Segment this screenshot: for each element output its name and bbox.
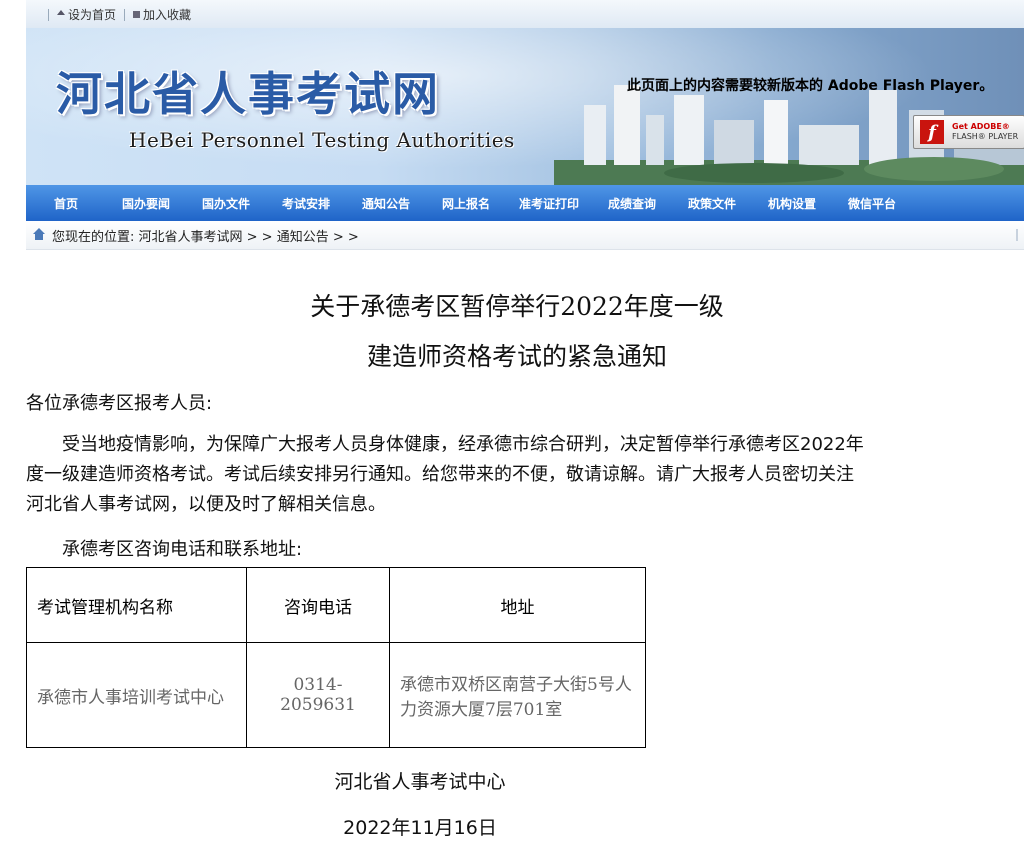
table-cell-address: 承德市双桥区南营子大街5号人力资源大厦7层701室 bbox=[389, 642, 646, 748]
table-header-org: 考试管理机构名称 bbox=[26, 567, 247, 643]
body-line-3: 河北省人事考试网，以便及时了解相关信息。 bbox=[26, 494, 386, 515]
utility-links: 设为首页 加入收藏 bbox=[40, 6, 191, 23]
divider bbox=[124, 8, 126, 21]
table-header-row: 考试管理机构名称 咨询电话 地址 bbox=[26, 567, 646, 643]
add-favorite-link[interactable]: 加入收藏 bbox=[133, 6, 191, 23]
nav-item-score-query[interactable]: 成绩查询 bbox=[592, 195, 672, 212]
add-favorite-label: 加入收藏 bbox=[143, 8, 192, 22]
site-logo-chinese: 河北省人事考试网 bbox=[56, 67, 440, 121]
site-logo-english: HeBei Personnel Testing Authorities bbox=[129, 128, 515, 152]
nav-item-office-documents[interactable]: 国办文件 bbox=[186, 195, 266, 212]
flash-required-message: 此页面上的内容需要较新版本的 Adobe Flash Player。 bbox=[627, 78, 994, 94]
issuer-name: 河北省人事考试中心 bbox=[334, 771, 506, 793]
nav-item-organization[interactable]: 机构设置 bbox=[752, 195, 832, 212]
salutation: 各位承德考区报考人员: bbox=[26, 393, 213, 414]
home-icon bbox=[32, 228, 46, 242]
article-title-line-1: 关于承德考区暂停举行2022年度一级 bbox=[310, 292, 724, 321]
divider bbox=[1016, 229, 1024, 241]
breadcrumb-text: 您现在的位置: 河北省人事考试网 > > 通知公告 > > bbox=[52, 229, 359, 245]
flash-logo-icon: f bbox=[920, 120, 944, 144]
table-row: 承德市人事培训考试中心 0314-2059631 承德市双桥区南营子大街5号人力… bbox=[26, 642, 646, 748]
get-flash-player-button[interactable]: f Get ADOBE® FLASH® PLAYER bbox=[913, 115, 1024, 149]
nav-item-online-registration[interactable]: 网上报名 bbox=[426, 195, 506, 212]
favorite-icon bbox=[133, 11, 141, 18]
nav-item-wechat[interactable]: 微信平台 bbox=[832, 195, 912, 212]
nav-item-policy-documents[interactable]: 政策文件 bbox=[672, 195, 752, 212]
set-homepage-link[interactable]: 设为首页 bbox=[57, 6, 116, 23]
article-title-line-2: 建造师资格考试的紧急通知 bbox=[366, 342, 667, 371]
issue-date: 2022年11月16日 bbox=[343, 817, 497, 839]
nav-item-admission-ticket[interactable]: 准考证打印 bbox=[506, 195, 592, 212]
main-navigation: 首页 国办要闻 国办文件 考试安排 通知公告 网上报名 准考证打印 成绩查询 政… bbox=[26, 185, 1024, 221]
nav-item-home[interactable]: 首页 bbox=[26, 195, 106, 212]
table-cell-phone: 0314-2059631 bbox=[246, 642, 390, 748]
divider bbox=[48, 8, 49, 21]
nav-item-announcements[interactable]: 通知公告 bbox=[346, 195, 426, 212]
breadcrumb: 您现在的位置: 河北省人事考试网 > > 通知公告 > > bbox=[26, 221, 1024, 250]
table-header-phone: 咨询电话 bbox=[246, 567, 390, 643]
set-homepage-label: 设为首页 bbox=[68, 8, 117, 22]
table-cell-org: 承德市人事培训考试中心 bbox=[26, 642, 247, 748]
table-header-address: 地址 bbox=[389, 567, 646, 643]
nav-item-office-news[interactable]: 国办要闻 bbox=[106, 195, 186, 212]
site-banner: 河北省人事考试网 HeBei Personnel Testing Authori… bbox=[26, 28, 1024, 185]
body-line-1: 受当地疫情影响，为保障广大报考人员身体健康，经承德市综合研判，决定暂停举行承德考… bbox=[26, 434, 864, 455]
contact-intro: 承德考区咨询电话和联系地址: bbox=[26, 539, 303, 560]
body-line-2: 度一级建造师资格考试。考试后续安排另行通知。给您带来的不便，敬请谅解。请广大报考… bbox=[26, 464, 854, 485]
top-utility-bar: 设为首页 加入收藏 bbox=[26, 0, 1024, 28]
flash-button-text: Get ADOBE® FLASH® PLAYER bbox=[952, 122, 1019, 141]
home-icon bbox=[57, 10, 65, 15]
nav-item-exam-schedule[interactable]: 考试安排 bbox=[266, 195, 346, 212]
contact-table: 考试管理机构名称 咨询电话 地址 承德市人事培训考试中心 0314-205963… bbox=[26, 567, 646, 748]
